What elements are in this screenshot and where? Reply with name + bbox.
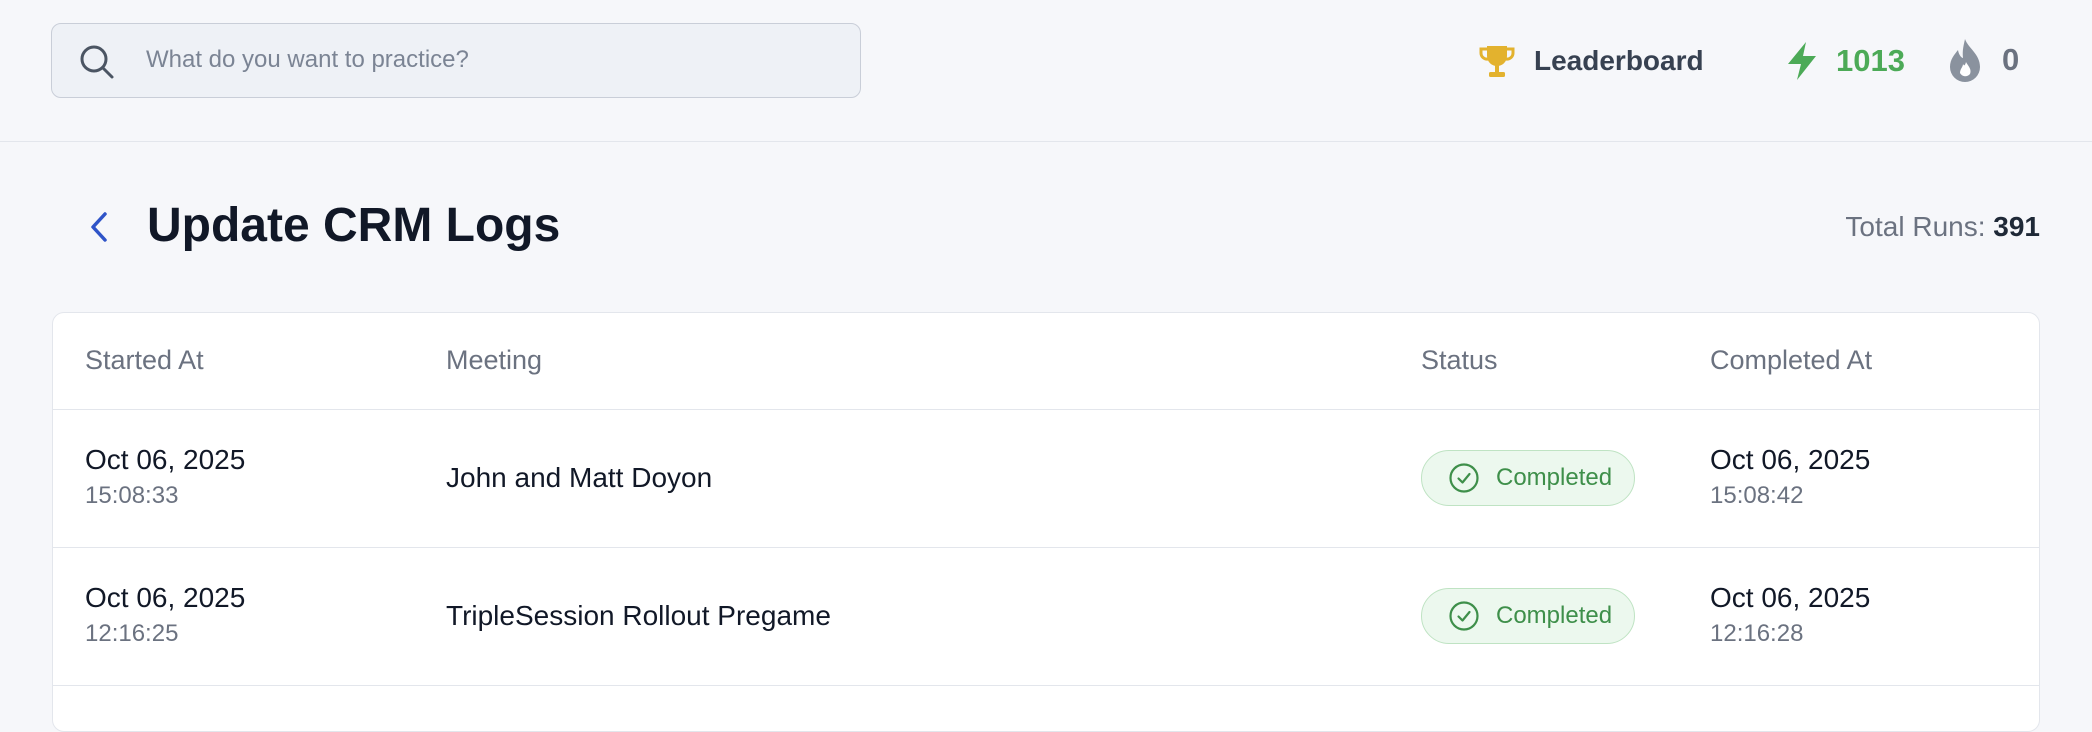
status-label: Completed <box>1496 602 1613 629</box>
streak-value: 0 <box>2002 42 2020 77</box>
started-time: 15:08:33 <box>85 482 179 509</box>
runs-table: Started At Meeting Status Completed At O… <box>52 312 2040 732</box>
points-value: 1013 <box>1836 43 1905 78</box>
column-header-status: Status <box>1421 345 1498 375</box>
check-circle-icon <box>1449 601 1479 631</box>
search-input[interactable] <box>146 24 836 96</box>
meeting-name: TripleSession Rollout Pregame <box>446 600 831 631</box>
page-title: Update CRM Logs <box>147 199 561 252</box>
status-badge: Completed <box>1421 588 1636 644</box>
lightning-icon <box>1788 42 1816 80</box>
started-at-cell: Oct 06, 2025 15:08:33 <box>85 444 245 510</box>
flame-icon <box>1950 39 1980 82</box>
status-badge: Completed <box>1421 450 1636 506</box>
column-header-meeting: Meeting <box>446 345 543 375</box>
leaderboard-link[interactable]: Leaderboard <box>1478 40 1704 82</box>
points-counter: 1013 <box>1784 38 1905 84</box>
started-at-cell: Oct 06, 2025 12:16:25 <box>85 582 245 648</box>
streak-counter: 0 <box>1944 36 2019 84</box>
status-label: Completed <box>1496 464 1613 491</box>
started-date: Oct 06, 2025 <box>85 582 246 613</box>
started-time: 12:16:25 <box>85 620 179 647</box>
search-box[interactable] <box>51 23 861 98</box>
started-date: Oct 06, 2025 <box>85 444 246 475</box>
table-header: Started At Meeting Status Completed At <box>53 313 2039 410</box>
completed-time: 15:08:42 <box>1710 482 1804 509</box>
column-header-completed-at: Completed At <box>1710 345 1873 375</box>
completed-at-cell: Oct 06, 2025 15:08:42 <box>1710 444 1870 510</box>
column-header-started-at: Started At <box>85 345 204 375</box>
leaderboard-label: Leaderboard <box>1534 45 1704 76</box>
top-bar: Leaderboard 1013 0 <box>0 0 2092 142</box>
completed-time: 12:16:28 <box>1710 620 1804 647</box>
total-runs-label: Total Runs: <box>1845 211 1986 242</box>
total-runs: Total Runs: 391 <box>1845 211 2040 243</box>
back-button[interactable] <box>82 205 116 249</box>
table-row[interactable]: Oct 06, 2025 12:16:25 TripleSession Roll… <box>53 548 2039 686</box>
trophy-icon <box>1479 46 1515 77</box>
chevron-left-icon <box>91 212 107 242</box>
completed-date: Oct 06, 2025 <box>1710 444 1871 475</box>
table-row[interactable]: Oct 06, 2025 15:08:33 John and Matt Doyo… <box>53 410 2039 548</box>
completed-at-cell: Oct 06, 2025 12:16:28 <box>1710 582 1870 648</box>
completed-date: Oct 06, 2025 <box>1710 582 1871 613</box>
meeting-name: John and Matt Doyon <box>446 462 713 493</box>
total-runs-value: 391 <box>1993 211 2040 242</box>
search-icon <box>80 45 114 79</box>
check-circle-icon <box>1449 463 1479 493</box>
